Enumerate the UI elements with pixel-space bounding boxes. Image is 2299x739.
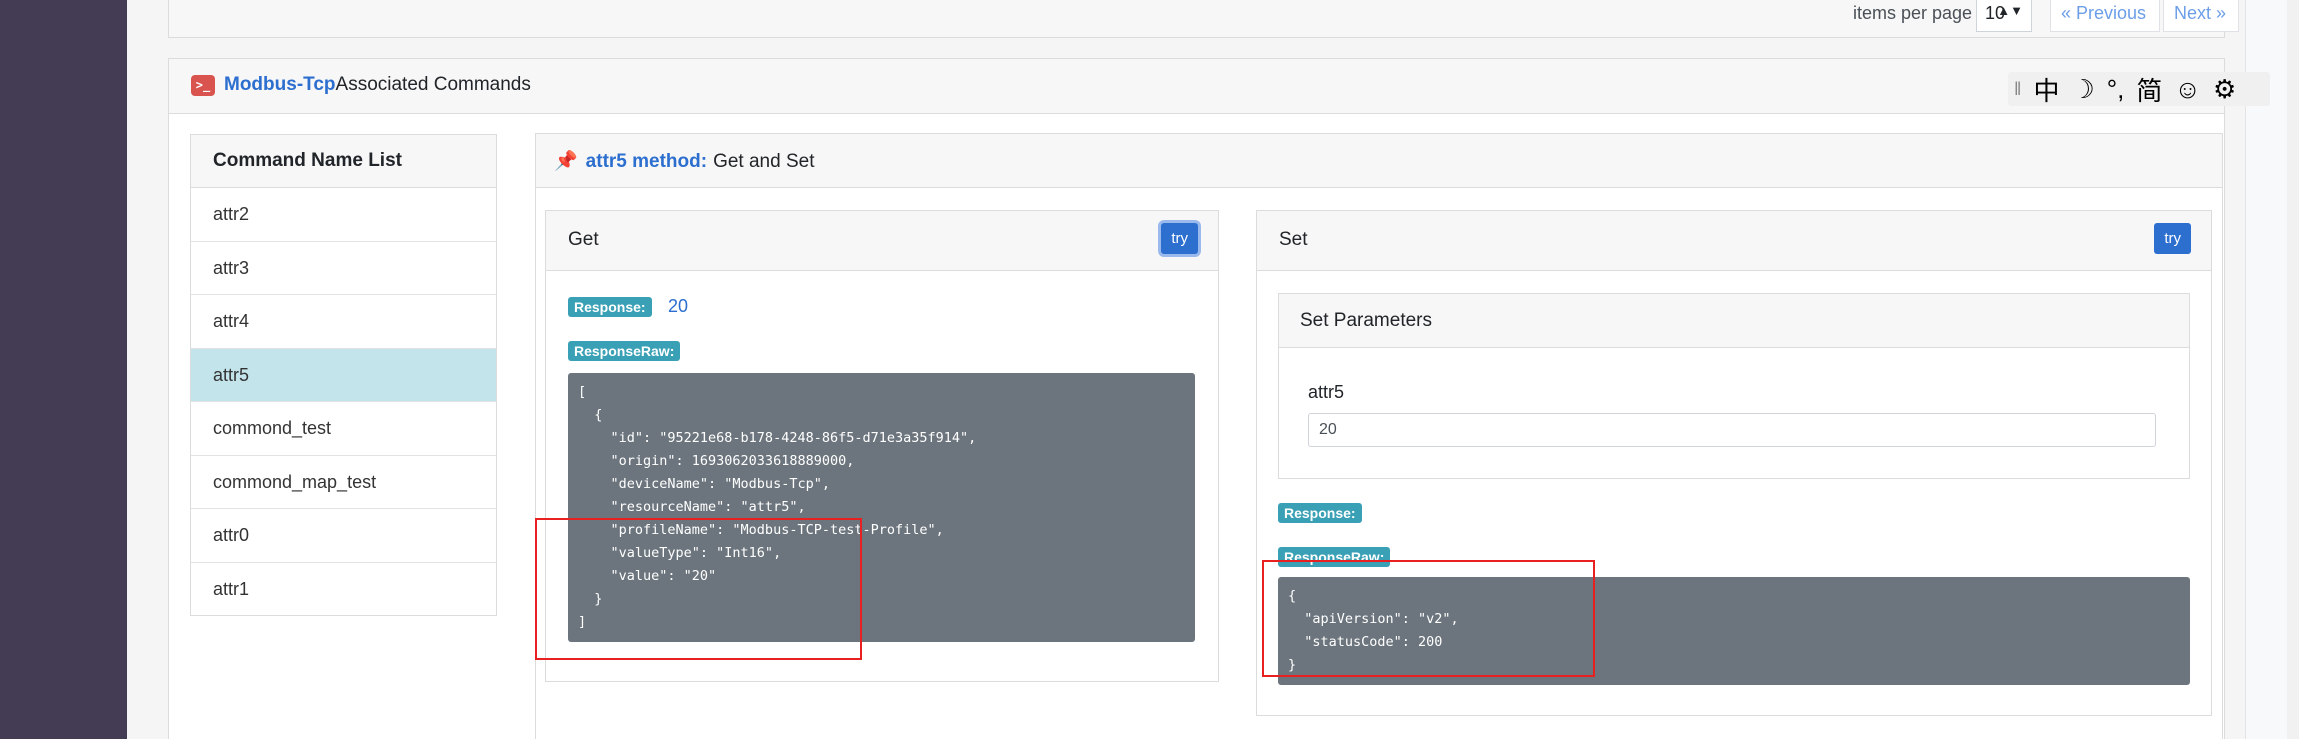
card-title-suffix: Associated Commands <box>335 74 531 95</box>
moon-icon[interactable]: ☽ <box>2071 74 2094 105</box>
command-item-attr0[interactable]: attr0 <box>191 509 496 563</box>
left-sidebar <box>0 0 127 739</box>
associated-commands-header: >_ Modbus-TcpAssociated Commands <box>169 59 2224 114</box>
set-response-badge: Response: <box>1278 503 1362 523</box>
get-try-button[interactable]: try <box>1161 223 1198 254</box>
simplified-icon[interactable]: 简 <box>2136 71 2162 108</box>
card-title: Modbus-TcpAssociated Commands <box>224 74 531 96</box>
terminal-icon: >_ <box>191 75 215 96</box>
command-item-attr5[interactable]: attr5 <box>191 348 496 402</box>
command-item-attr4[interactable]: attr4 <box>191 295 496 349</box>
method-header: 📌 attr5 method: Get and Set <box>536 134 2222 188</box>
set-parameters-title: Set Parameters <box>1279 294 2189 348</box>
get-response-badge: Response: <box>568 297 652 317</box>
highlight-box-get <box>535 518 862 660</box>
set-parameters-card: Set Parameters <box>1278 293 2190 479</box>
items-per-page-select[interactable]: 10 ▲▼ <box>1976 0 2032 32</box>
set-title: Set <box>1279 229 1308 250</box>
param-input-attr5[interactable] <box>1308 413 2156 447</box>
emoji-icon[interactable]: ☺ <box>2174 74 2201 105</box>
set-card-header: Set try <box>1257 211 2211 271</box>
settings-gear-icon[interactable]: ⚙ <box>2213 74 2236 105</box>
command-item-commond-test[interactable]: commond_test <box>191 402 496 456</box>
command-item-attr1[interactable]: attr1 <box>191 563 496 617</box>
items-per-page-label: items per page <box>1853 3 1973 23</box>
next-page-button[interactable]: Next » <box>2163 0 2239 32</box>
method-name: attr5 method: <box>585 151 708 172</box>
set-try-button[interactable]: try <box>2154 223 2191 254</box>
toolbar-grip-icon[interactable]: ‖ <box>2014 79 2021 100</box>
previous-page-button[interactable]: « Previous <box>2050 0 2160 32</box>
param-label-attr5: attr5 <box>1308 382 1345 402</box>
method-type: Get and Set <box>713 151 815 172</box>
get-title: Get <box>568 229 599 250</box>
pin-icon: 📌 <box>554 151 578 172</box>
command-name-list: Command Name List attr2 attr3 attr4 attr… <box>190 134 497 616</box>
select-arrows-icon: ▲▼ <box>1997 3 2023 18</box>
get-response-raw-row: ResponseRaw: <box>568 341 681 361</box>
page-scrollbar[interactable] <box>2287 0 2299 739</box>
device-name: Modbus-Tcp <box>224 74 336 95</box>
command-list-header: Command Name List <box>191 135 496 188</box>
command-item-attr3[interactable]: attr3 <box>191 242 496 295</box>
get-response-row: Response: 20 <box>568 296 688 317</box>
command-item-attr2[interactable]: attr2 <box>191 188 496 242</box>
ime-toolbar: ‖ 中 ☽ °, 简 ☺ ⚙ <box>2008 72 2270 106</box>
get-response-raw-badge: ResponseRaw: <box>568 341 681 361</box>
set-response-row: Response: <box>1278 503 1362 523</box>
chinese-mode-icon[interactable]: 中 <box>2033 71 2059 108</box>
get-card-header: Get try <box>546 211 1218 271</box>
highlight-box-set <box>1262 560 1595 677</box>
command-item-commond-map-test[interactable]: commond_map_test <box>191 456 496 509</box>
punctuation-icon[interactable]: °, <box>2107 74 2125 105</box>
get-response-value: 20 <box>668 296 689 316</box>
